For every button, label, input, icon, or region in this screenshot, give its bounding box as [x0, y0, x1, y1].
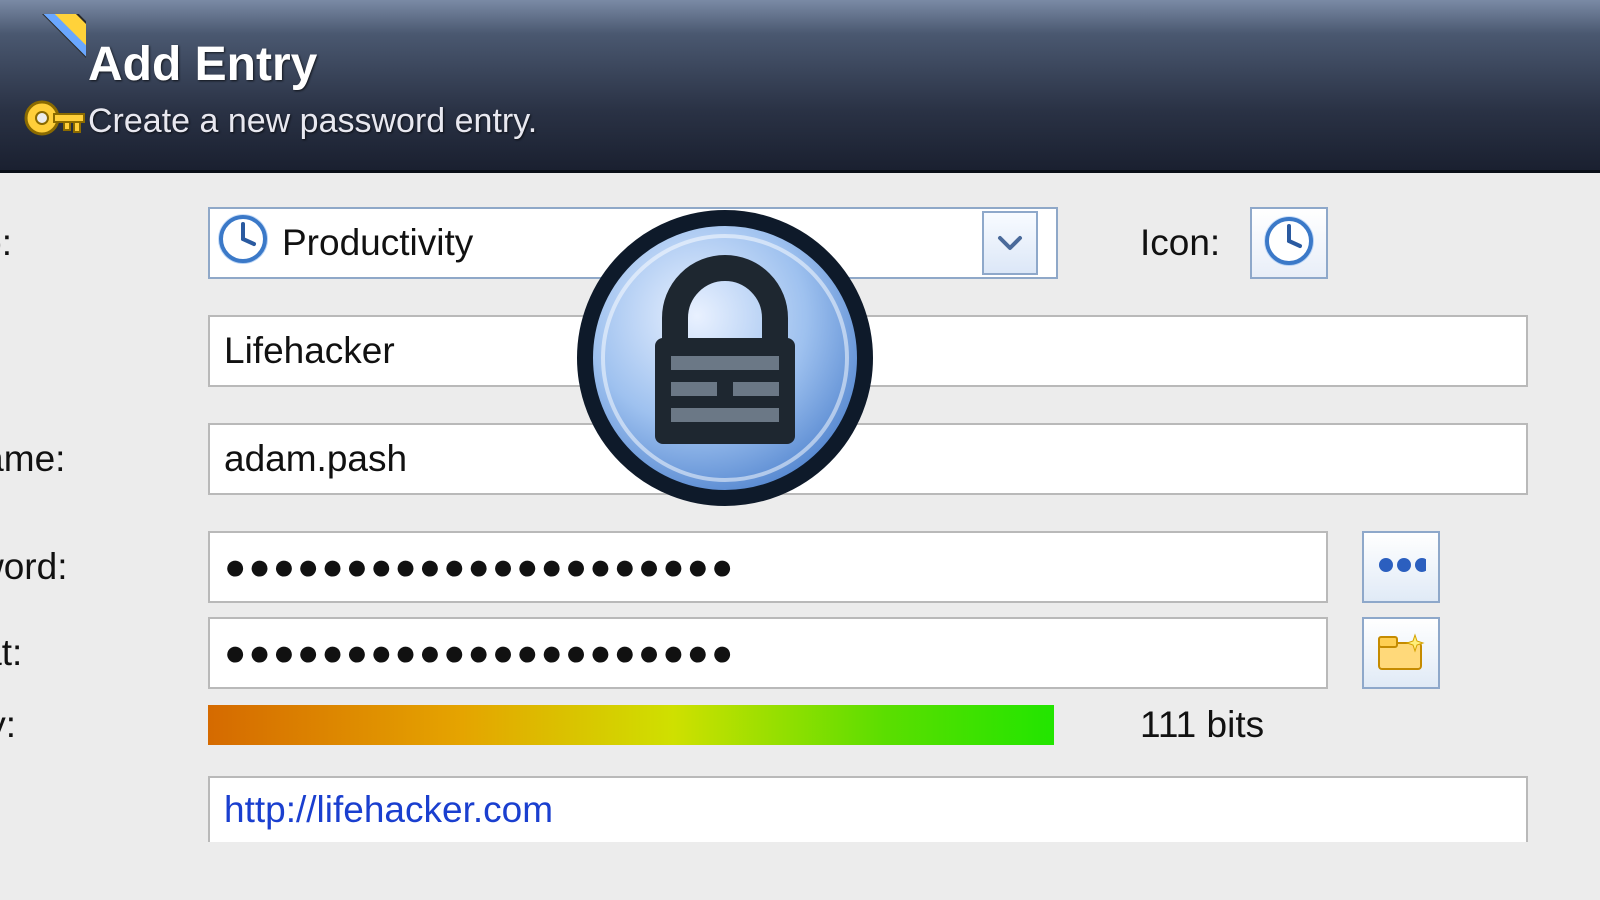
- label-password: ssword:: [0, 546, 208, 588]
- username-input[interactable]: adam.pash: [208, 423, 1528, 495]
- folder-spark-icon: [1375, 629, 1427, 678]
- clock-icon: [216, 212, 270, 275]
- quality-bits: 111 bits: [1140, 704, 1264, 746]
- form-content: oup:: [0, 173, 1600, 849]
- row-username: r name: adam.pash: [0, 419, 1600, 499]
- dots-icon: [1376, 552, 1426, 583]
- chevron-down-icon[interactable]: [982, 211, 1038, 275]
- row-password: ssword: ●●●●●●●●●●●●●●●●●●●●●: [0, 527, 1600, 607]
- dialog-subtitle: Create a new password entry.: [88, 102, 537, 141]
- show-password-button[interactable]: [1362, 531, 1440, 603]
- title-value: Lifehacker: [224, 330, 395, 372]
- generate-password-button[interactable]: [1362, 617, 1440, 689]
- label-group: oup:: [0, 222, 208, 264]
- label-icon: Icon:: [1140, 222, 1220, 264]
- icon-picker-button[interactable]: [1250, 207, 1328, 279]
- label-username: r name:: [0, 438, 208, 480]
- repeat-mask: ●●●●●●●●●●●●●●●●●●●●●: [224, 632, 735, 674]
- url-input[interactable]: http://lifehacker.com: [208, 776, 1528, 842]
- title-input[interactable]: Lifehacker: [208, 315, 1528, 387]
- label-url: L:: [0, 788, 208, 830]
- dialog-header: Add Entry Create a new password entry.: [0, 0, 1600, 173]
- row-quality: ality: 111 bits: [0, 699, 1600, 751]
- clock-icon: [1262, 214, 1316, 273]
- url-value: http://lifehacker.com: [224, 789, 553, 831]
- pencil-key-icon: [18, 14, 86, 159]
- group-select[interactable]: Productivity: [208, 207, 1058, 279]
- row-url: L: http://lifehacker.com: [0, 769, 1600, 849]
- password-input[interactable]: ●●●●●●●●●●●●●●●●●●●●●: [208, 531, 1328, 603]
- quality-meter: [208, 705, 1054, 745]
- row-group: oup:: [0, 203, 1600, 283]
- label-repeat: peat:: [0, 632, 208, 674]
- group-value: Productivity: [282, 222, 473, 264]
- label-quality: ality:: [0, 704, 208, 746]
- dialog-title: Add Entry: [88, 37, 537, 92]
- row-repeat: peat: ●●●●●●●●●●●●●●●●●●●●●: [0, 613, 1600, 693]
- password-mask: ●●●●●●●●●●●●●●●●●●●●●: [224, 546, 735, 588]
- repeat-password-input[interactable]: ●●●●●●●●●●●●●●●●●●●●●: [208, 617, 1328, 689]
- username-value: adam.pash: [224, 438, 407, 480]
- label-title: e:: [0, 330, 208, 372]
- row-title: e: Lifehacker: [0, 311, 1600, 391]
